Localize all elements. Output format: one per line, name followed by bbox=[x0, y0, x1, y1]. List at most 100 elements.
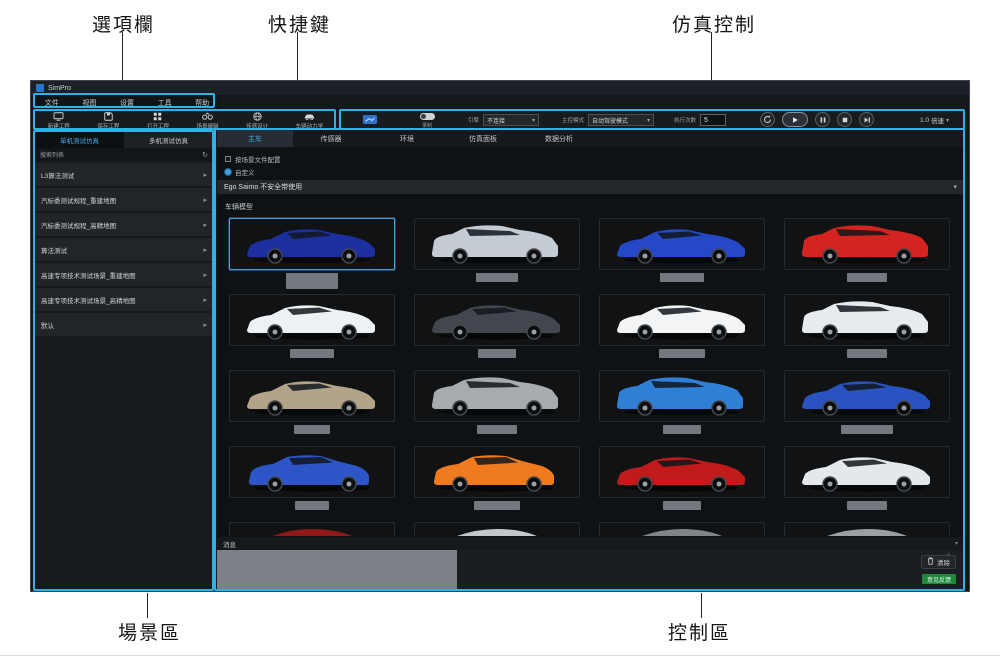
expand-arrow-icon[interactable]: ▸ bbox=[203, 171, 207, 179]
toolbar-button[interactable]: 打开工程 bbox=[147, 112, 169, 130]
sidebar-tab[interactable]: 单机测试仿真 bbox=[35, 132, 124, 148]
vehicle-tile-partial[interactable] bbox=[784, 522, 950, 536]
refresh-icon[interactable]: ↻ bbox=[202, 151, 208, 159]
vehicle-image bbox=[792, 447, 942, 498]
vehicle-image bbox=[607, 371, 757, 422]
vehicle-caption-redacted bbox=[476, 273, 518, 282]
clear-button[interactable]: 清除 bbox=[921, 555, 956, 569]
vehicle-tile[interactable] bbox=[599, 370, 765, 422]
ego-section-header[interactable]: Ego Saimo 不安全带使用 ▾ bbox=[217, 180, 964, 194]
vehicle-tile[interactable] bbox=[784, 370, 950, 422]
vehicle-tile[interactable] bbox=[784, 218, 950, 270]
scene-file-checkbox-row[interactable]: 按场景文件配置 bbox=[225, 154, 281, 164]
message-bar: 消息 ▾ bbox=[217, 537, 964, 550]
vehicle-tile[interactable] bbox=[229, 294, 395, 346]
speed-select[interactable]: 1.0 倍速 ▾ bbox=[920, 115, 949, 125]
vehicle-cell bbox=[229, 370, 395, 422]
search-row: 搜索列表 ↻ bbox=[35, 148, 213, 161]
menu-item[interactable]: 视图 bbox=[82, 98, 96, 108]
vehicle-tile-partial[interactable] bbox=[599, 522, 765, 536]
main-tab[interactable]: 环境 bbox=[369, 130, 445, 147]
vehicle-image bbox=[607, 219, 757, 270]
vehicle-tile-partial[interactable] bbox=[414, 522, 580, 536]
vehicle-tile[interactable] bbox=[229, 446, 395, 498]
main-tab[interactable]: 仿真面板 bbox=[445, 130, 521, 147]
main-tab[interactable]: 数据分析 bbox=[521, 130, 597, 147]
stop-button[interactable] bbox=[837, 112, 852, 127]
pause-button[interactable] bbox=[815, 112, 830, 127]
step-icon bbox=[863, 111, 871, 129]
binoculars-icon bbox=[202, 112, 213, 121]
vehicle-tile[interactable] bbox=[784, 446, 950, 498]
engine-label: 引擎 bbox=[468, 116, 479, 124]
scenario-list-item[interactable]: 高速专项技术测试场景_高精地图 ▸ bbox=[35, 288, 213, 311]
vehicle-cell bbox=[599, 218, 765, 270]
vehicle-tile[interactable] bbox=[784, 294, 950, 346]
globe-icon bbox=[253, 112, 262, 121]
engine-select[interactable]: 不连接 ▾ bbox=[483, 114, 539, 126]
runs-input[interactable]: 5 bbox=[700, 114, 726, 126]
search-label: 搜索列表 bbox=[40, 150, 64, 159]
sidebar-tabs: 单机测试仿真多机测试仿真 bbox=[35, 132, 213, 148]
vehicle-tile[interactable] bbox=[414, 370, 580, 422]
chevron-down-icon[interactable]: ▾ bbox=[955, 540, 958, 547]
toolbar-button[interactable]: 保存工程 bbox=[97, 112, 119, 130]
radio-selected-icon[interactable] bbox=[225, 169, 231, 175]
save-icon bbox=[104, 112, 113, 121]
expand-arrow-icon[interactable]: ▸ bbox=[203, 321, 207, 329]
menu-item[interactable]: 文件 bbox=[45, 98, 59, 108]
main-tab[interactable]: 传感器 bbox=[293, 130, 369, 147]
vehicle-tile[interactable] bbox=[414, 294, 580, 346]
scenario-list-item[interactable]: 汽标委测试规程_高精地图 ▸ bbox=[35, 213, 213, 236]
scenario-list-item[interactable]: 高速专项技术测试场景_重建地图 ▸ bbox=[35, 263, 213, 286]
log-area: 清除 意见反馈 bbox=[217, 550, 964, 591]
reset-button[interactable] bbox=[760, 112, 775, 127]
expand-arrow-icon[interactable]: ▸ bbox=[203, 296, 207, 304]
main-tab[interactable]: 主车 bbox=[217, 130, 293, 147]
vehicle-tile[interactable] bbox=[599, 218, 765, 270]
expand-arrow-icon[interactable]: ▸ bbox=[203, 271, 207, 279]
reset-icon bbox=[763, 111, 772, 129]
menu-item[interactable]: 工具 bbox=[158, 98, 172, 108]
toolbar-button[interactable]: 车辆动力学 bbox=[296, 112, 324, 130]
play-button[interactable] bbox=[782, 112, 808, 127]
expand-arrow-icon[interactable]: ▸ bbox=[203, 221, 207, 229]
vehicle-tile[interactable] bbox=[599, 294, 765, 346]
annotation-scene-area: 場景區 bbox=[118, 618, 181, 645]
expand-arrow-icon[interactable]: ▸ bbox=[203, 246, 207, 254]
checkbox-icon[interactable] bbox=[225, 156, 231, 162]
scenario-list-item[interactable]: 汽标委测试规程_重建地图 ▸ bbox=[35, 188, 213, 211]
scenario-list-item[interactable]: 算法测试 ▸ bbox=[35, 238, 213, 261]
vehicle-caption-redacted bbox=[841, 425, 893, 434]
record-toggle[interactable]: 录制 bbox=[412, 113, 442, 129]
custom-radio-row[interactable]: 自定义 bbox=[225, 167, 255, 177]
menu-item[interactable]: 帮助 bbox=[195, 98, 209, 108]
vehicle-tile-partial[interactable] bbox=[229, 522, 395, 536]
viewport-icon bbox=[362, 112, 378, 129]
vehicle-tile[interactable] bbox=[229, 218, 395, 270]
vehicle-tile[interactable] bbox=[229, 370, 395, 422]
step-button[interactable] bbox=[859, 112, 874, 127]
toggle-switch-icon[interactable] bbox=[420, 113, 435, 120]
play-icon bbox=[791, 111, 799, 129]
toolbar-button[interactable]: 场景编辑 bbox=[197, 112, 219, 130]
sidebar-tab[interactable]: 多机测试仿真 bbox=[124, 132, 213, 148]
toolbar-button[interactable]: 新建工程 bbox=[48, 112, 70, 130]
vehicle-caption-redacted bbox=[847, 349, 887, 358]
toolbar-button[interactable]: 传感设计 bbox=[246, 112, 268, 130]
vehicle-tile[interactable] bbox=[599, 446, 765, 498]
vehicle-cell bbox=[414, 446, 580, 498]
app-title: SimPro bbox=[48, 85, 71, 92]
feedback-badge[interactable]: 意见反馈 bbox=[922, 574, 956, 584]
scenario-list-item[interactable]: L3算法测试 ▸ bbox=[35, 163, 213, 186]
scenario-sidebar: 单机测试仿真多机测试仿真 搜索列表 ↻ L3算法测试 ▸ 汽标委测试规程_重建地… bbox=[35, 132, 213, 591]
grid-icon bbox=[153, 112, 162, 121]
scenario-list-item[interactable]: 默认 ▸ bbox=[35, 313, 213, 336]
expand-arrow-icon[interactable]: ▸ bbox=[203, 196, 207, 204]
vehicle-image bbox=[237, 371, 387, 422]
menu-item[interactable]: 设置 bbox=[120, 98, 134, 108]
vehicle-tile[interactable] bbox=[414, 218, 580, 270]
playback-buttons bbox=[760, 112, 874, 127]
vehicle-tile[interactable] bbox=[414, 446, 580, 498]
mode-select[interactable]: 自动驾驶模式 ▾ bbox=[588, 114, 654, 126]
